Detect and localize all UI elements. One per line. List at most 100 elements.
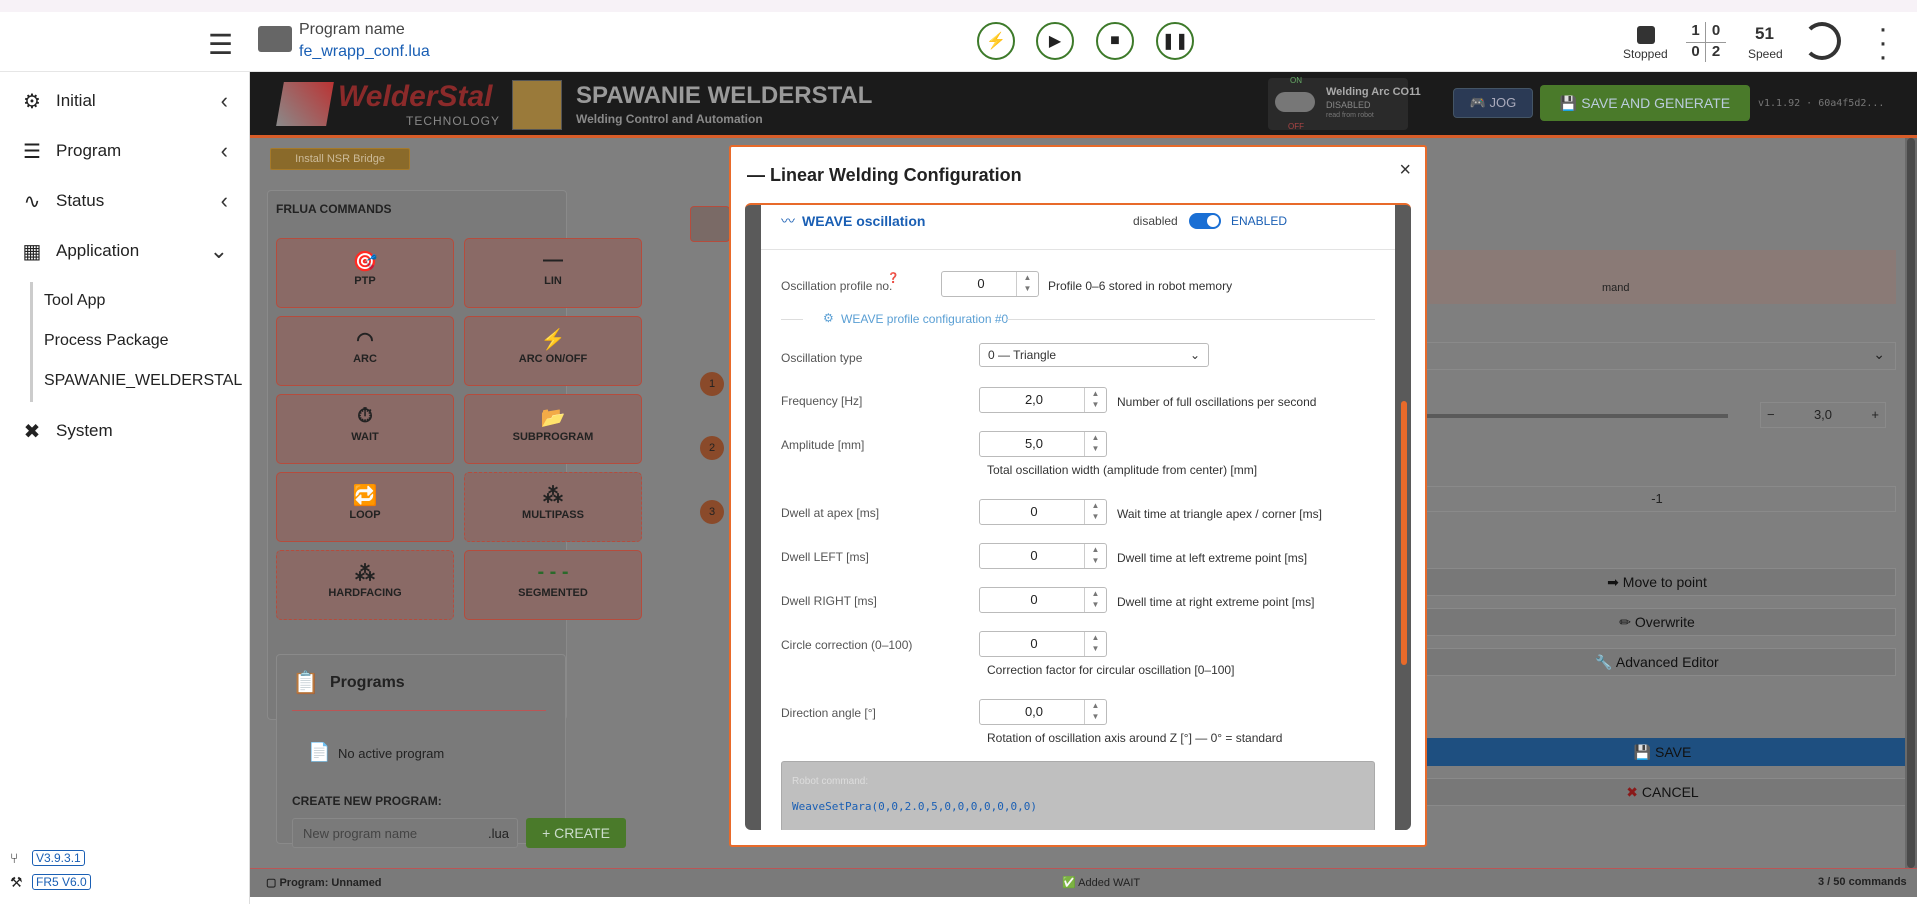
spinner[interactable]: ▲ ▼: [1084, 588, 1106, 612]
spinner[interactable]: ▲ ▼: [1084, 500, 1106, 524]
menu-icon[interactable]: ☰: [208, 28, 233, 61]
step-badge: 2: [700, 436, 724, 460]
dwell-left-input[interactable]: 0 ▲ ▼: [979, 543, 1107, 569]
dwell-apex-input[interactable]: 0 ▲ ▼: [979, 499, 1107, 525]
toggle-knob: [1207, 215, 1219, 227]
save-icon: 💾: [1559, 95, 1582, 111]
sidebar-item-system[interactable]: ✖ System: [0, 408, 250, 454]
create-button[interactable]: + CREATE: [526, 818, 626, 848]
spinner[interactable]: ▲ ▼: [1084, 432, 1106, 456]
spinner[interactable]: ▲ ▼: [1084, 544, 1106, 568]
clipboard-icon: 📋: [292, 670, 320, 695]
weave-toggle[interactable]: [1189, 213, 1221, 229]
line-icon: —: [543, 249, 563, 271]
cmd-wait[interactable]: ⏱ WAIT: [276, 394, 454, 464]
spinner[interactable]: ▲ ▼: [1016, 272, 1038, 296]
save-button[interactable]: 💾 SAVE: [1418, 738, 1907, 766]
robot-command-label: Robot command:: [792, 776, 869, 787]
arc-toggle[interactable]: [1275, 92, 1315, 112]
cmd-arc[interactable]: ◠ ARC: [276, 316, 454, 386]
footer-program: ▢ Program: Unnamed: [266, 876, 382, 889]
sidebar-subitem[interactable]: Process Package: [44, 332, 169, 350]
right-field[interactable]: -1: [1418, 486, 1896, 512]
spinner[interactable]: ▲ ▼: [1084, 632, 1106, 656]
overwrite-button[interactable]: ✏ Overwrite: [1418, 608, 1896, 636]
top-bar: ☰ Program name fe_wrapp_conf.lua ⚡ ▶ ■ ❚…: [0, 12, 1917, 72]
gamepad-icon: 🎮: [1469, 95, 1490, 110]
scrollbar-thumb[interactable]: [1907, 138, 1915, 868]
amp-value: 5,0: [1024, 436, 1044, 451]
section-title: WEAVE oscillation: [802, 213, 926, 229]
cmd-ptp[interactable]: 🎯 PTP: [276, 238, 454, 308]
sidebar-item-label: Status: [56, 191, 105, 210]
editor-tab[interactable]: [690, 206, 730, 242]
type-label: Oscillation type: [781, 351, 863, 365]
spinner[interactable]: ▲ ▼: [1084, 388, 1106, 412]
more-icon[interactable]: · · ·: [1878, 14, 1888, 72]
speed-label: Speed: [1748, 47, 1783, 61]
dwell-apex-hint: Wait time at triangle apex / corner [ms]: [1117, 507, 1322, 521]
cmd-hardfacing[interactable]: ⁂ HARDFACING: [276, 550, 454, 620]
stepper-plus[interactable]: +: [1871, 403, 1879, 427]
cmd-lin[interactable]: — LIN: [464, 238, 642, 308]
sidebar-subitem[interactable]: Tool App: [44, 292, 105, 310]
save-generate-button[interactable]: 💾 SAVE AND GENERATE: [1540, 85, 1750, 121]
amp-input[interactable]: 5,0 ▲ ▼: [979, 431, 1107, 457]
circle-input[interactable]: 0 ▲ ▼: [979, 631, 1107, 657]
modal-body: 〰 WEAVE oscillation disabled ENABLED Osc…: [745, 203, 1411, 830]
counter-cell: 2: [1711, 42, 1721, 60]
cmd-arc-onoff[interactable]: ⚡ ARC ON/OFF: [464, 316, 642, 386]
robot-command: WeaveSetPara(0,0,2.0,5,0,0,0,0,0,0,0): [792, 800, 1038, 813]
dir-input[interactable]: 0,0 ▲ ▼: [979, 699, 1107, 725]
config-gear-icon: ⚙: [823, 311, 834, 325]
counter: 1 0 0 2: [1686, 22, 1726, 62]
close-icon[interactable]: ×: [1399, 159, 1411, 182]
sidebar-subitem[interactable]: SPAWANIE_WELDERSTAL: [44, 372, 242, 390]
install-bridge-button[interactable]: Install NSR Bridge: [270, 148, 410, 170]
amp-label: Amplitude [mm]: [781, 438, 865, 452]
sidebar-item-application[interactable]: ▦ Application ⌄: [0, 228, 250, 274]
stepper-minus[interactable]: −: [1767, 403, 1775, 427]
right-stepper[interactable]: − 3,0 +: [1760, 402, 1886, 428]
sidebar-item-program[interactable]: ☰ Program ‹: [0, 128, 250, 174]
cancel-button[interactable]: ✖ CANCEL: [1418, 778, 1907, 806]
amp-hint: Total oscillation width (amplitude from …: [987, 463, 1258, 477]
stop-button[interactable]: ■: [1096, 22, 1134, 60]
program-name-input[interactable]: New program name .lua: [292, 818, 518, 848]
play-button[interactable]: ▶: [1036, 22, 1074, 60]
app-header: WelderStal TECHNOLOGY SPAWANIE WELDERSTA…: [250, 72, 1917, 138]
move-to-point-button[interactable]: ➡ Move to point: [1418, 568, 1896, 596]
pause-button[interactable]: ❚❚: [1156, 22, 1194, 60]
cmd-label: HARDFACING: [328, 587, 402, 599]
right-select[interactable]: ⌄: [1418, 342, 1896, 370]
right-hint: mand: [1602, 282, 1630, 294]
sidebar-item-initial[interactable]: ⚙ Initial ‹: [0, 78, 250, 124]
cmd-label: LOOP: [349, 509, 381, 521]
scrollbar[interactable]: [1905, 138, 1917, 868]
modal-scrollbar-thumb[interactable]: [1401, 401, 1407, 665]
toggle-off-label: OFF: [1288, 122, 1304, 131]
folder-icon[interactable]: [258, 26, 292, 52]
chevron-down-icon: ⌄: [1189, 348, 1200, 362]
dwell-left-value: 0: [1030, 548, 1038, 563]
jog-button[interactable]: 🎮 JOG: [1453, 88, 1533, 118]
program-file[interactable]: fe_wrapp_conf.lua: [299, 43, 430, 61]
right-slider-track[interactable]: [1418, 414, 1728, 418]
welder-avatar: [512, 80, 562, 130]
cmd-loop[interactable]: 🔁 LOOP: [276, 472, 454, 542]
step-badge: 3: [700, 500, 724, 524]
cmd-multipass[interactable]: ⁂ MULTIPASS: [464, 472, 642, 542]
cmd-subprogram[interactable]: 📂 SUBPROGRAM: [464, 394, 642, 464]
advanced-editor-button[interactable]: 🔧 Advanced Editor: [1418, 648, 1896, 676]
spinner[interactable]: ▲ ▼: [1084, 700, 1106, 724]
cmd-segmented[interactable]: - - - SEGMENTED: [464, 550, 642, 620]
flash-button[interactable]: ⚡: [977, 22, 1015, 60]
profile-input[interactable]: 0 ▲ ▼: [941, 271, 1039, 297]
freq-input[interactable]: 2,0 ▲ ▼: [979, 387, 1107, 413]
sidebar-item-status[interactable]: ∿ Status ‹: [0, 178, 250, 224]
sidebar-item-label: Initial: [56, 91, 96, 110]
dwell-right-input[interactable]: 0 ▲ ▼: [979, 587, 1107, 613]
type-select[interactable]: 0 — Triangle ⌄: [979, 343, 1209, 367]
refresh-icon[interactable]: [1803, 22, 1841, 60]
wrench-icon: 🔧: [1595, 654, 1616, 670]
